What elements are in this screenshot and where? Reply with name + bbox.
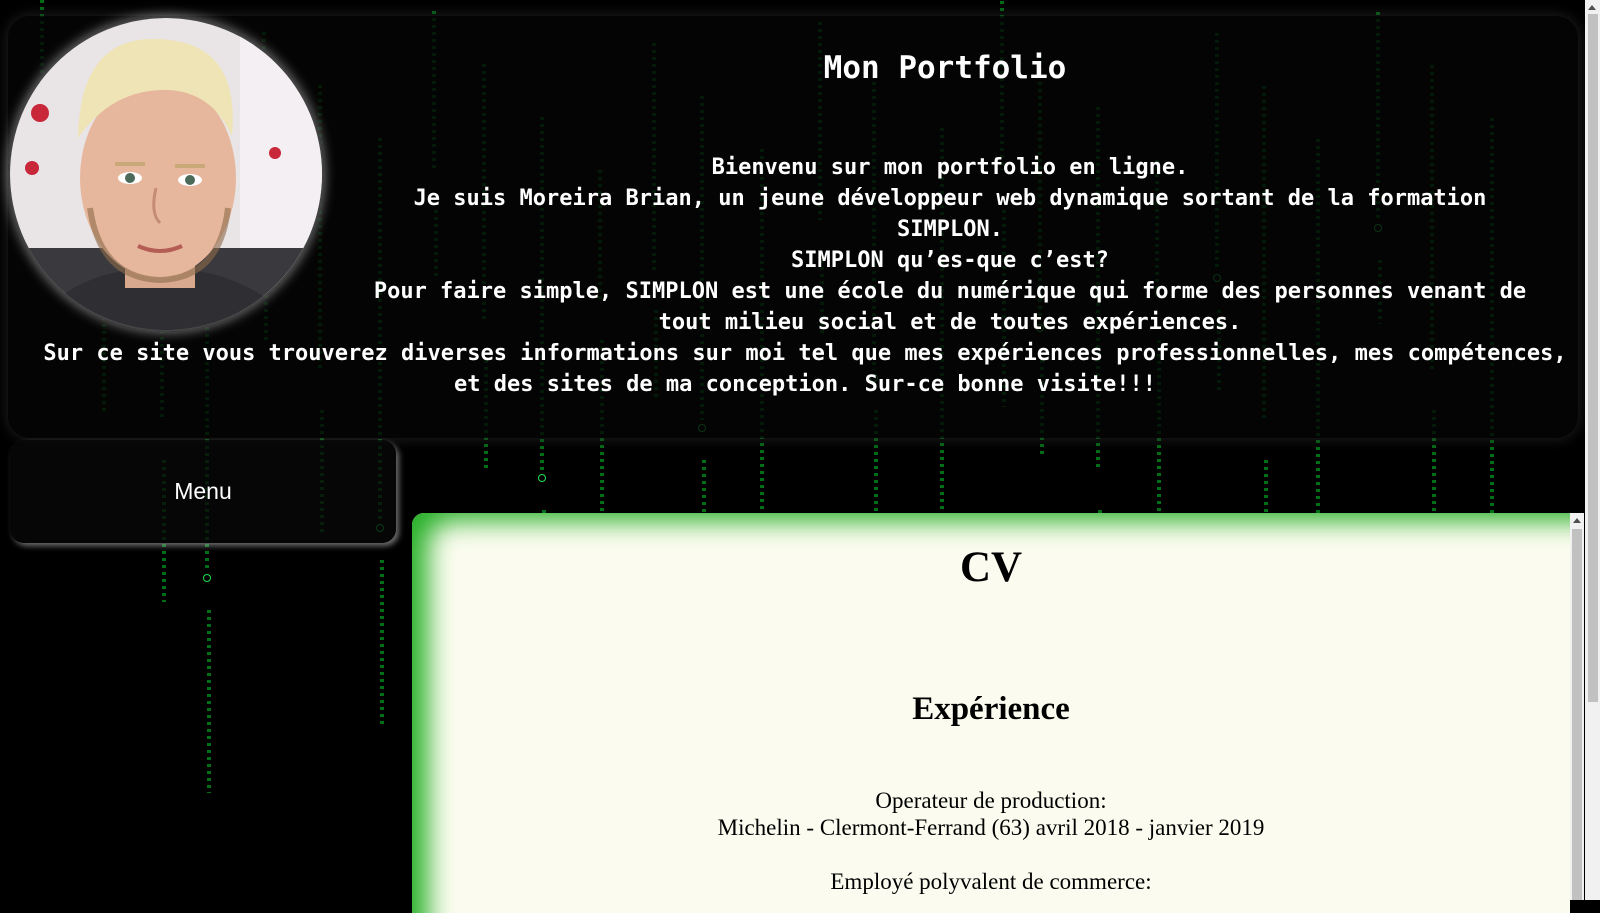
job-role: Employé polyvalent de commerce: — [830, 869, 1152, 894]
matrix-rain-column — [207, 610, 211, 793]
job-details: Michelin - Clermont-Ferrand (63) avril 2… — [717, 815, 1265, 840]
intro-line-welcome: Bienvenu sur mon portfolio en ligne. — [711, 155, 1189, 180]
matrix-rain-column — [380, 560, 384, 726]
page-scrollbar[interactable] — [1585, 0, 1600, 900]
menu-button[interactable]: Menu — [10, 440, 396, 543]
cv-panel: CV Expérience Operateur de production: M… — [412, 513, 1570, 913]
experience-heading: Expérience — [912, 691, 1070, 727]
matrix-rain-glyph — [203, 574, 211, 582]
intro-line-site: Sur ce site vous trouverez diverses info… — [43, 341, 1567, 397]
matrix-rain-glyph — [538, 474, 546, 482]
job-entry: Employé polyvalent de commerce: — [412, 868, 1570, 895]
scroll-up-arrow-icon[interactable] — [1588, 5, 1596, 10]
cv-title: CV — [959, 544, 1023, 591]
scroll-up-arrow-icon[interactable] — [1573, 518, 1581, 523]
intro-line-about: Je suis Moreira Brian, un jeune développ… — [413, 186, 1487, 242]
job-role: Operateur de production: — [875, 788, 1107, 813]
cv-scrollbar-thumb[interactable] — [1572, 529, 1582, 900]
cv-scrollbar[interactable] — [1570, 513, 1584, 900]
intro-line-question: SIMPLON qu’es-que c’est? — [791, 248, 1109, 273]
menu-label: Menu — [174, 478, 232, 504]
page-scrollbar-thumb[interactable] — [1588, 14, 1598, 702]
page-title: Mon Portfolio — [823, 50, 1067, 86]
job-entry: Operateur de production: Michelin - Cler… — [412, 787, 1570, 841]
intro-line-simplon: Pour faire simple, SIMPLON est une école… — [373, 279, 1527, 335]
intro-text: Bienvenu sur mon portfolio en ligne. Je … — [40, 152, 1570, 400]
